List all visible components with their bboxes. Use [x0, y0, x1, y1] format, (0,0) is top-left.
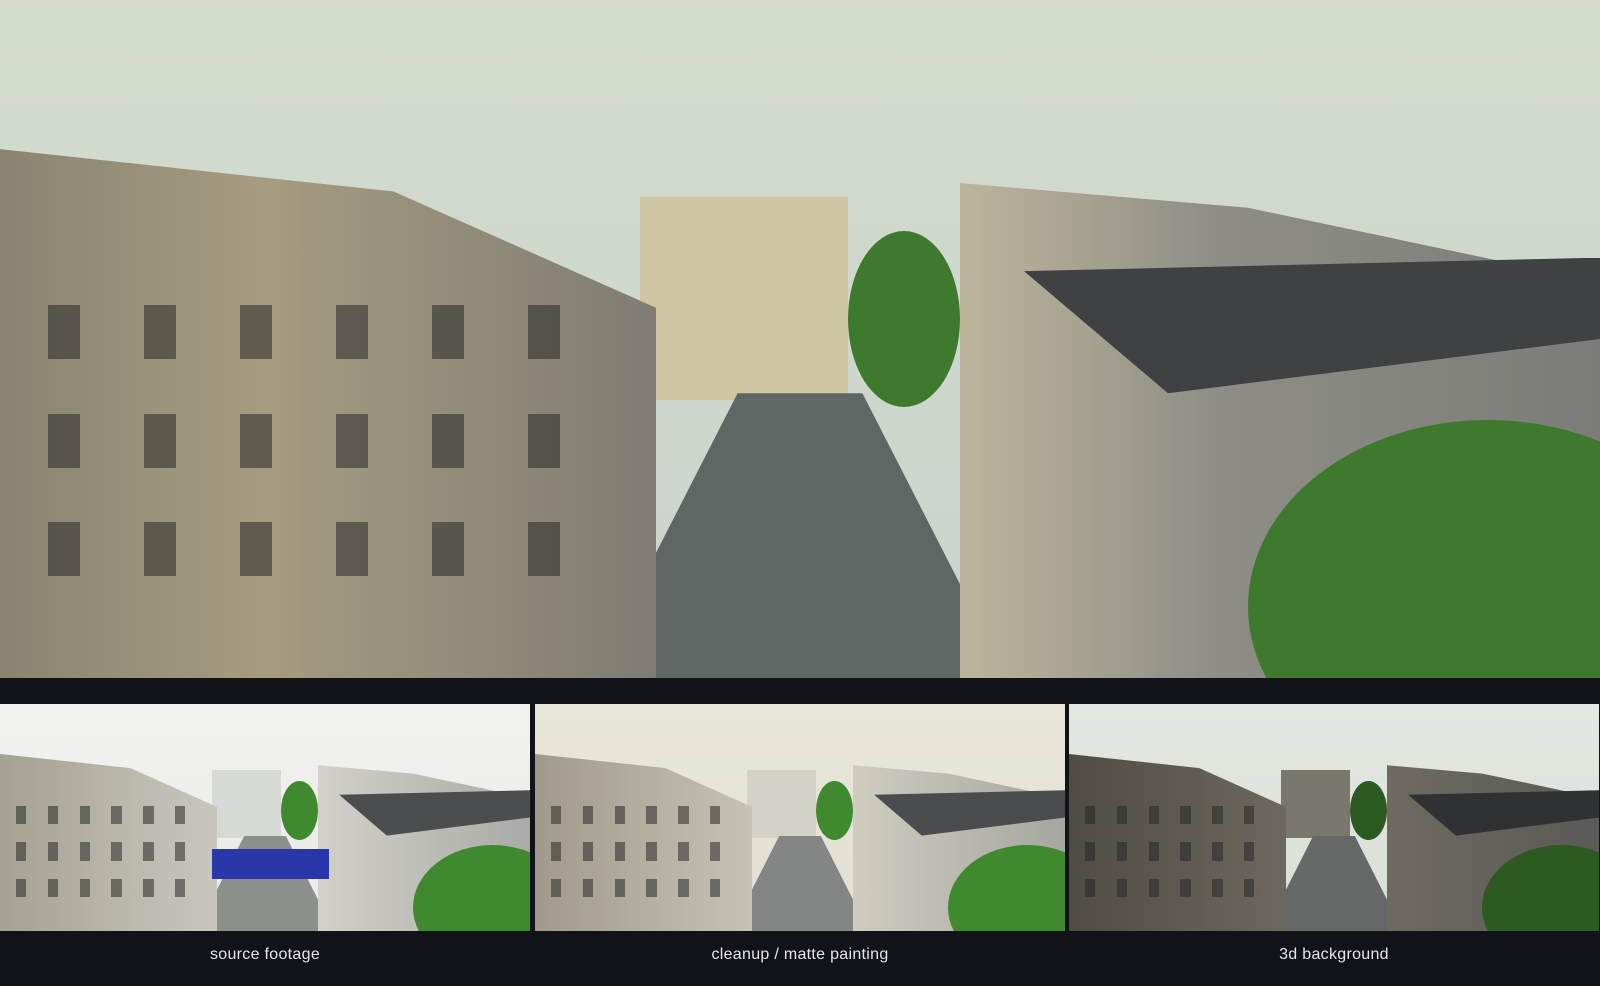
window [1243, 842, 1255, 861]
window [143, 878, 154, 897]
window [646, 842, 657, 861]
window [1084, 878, 1096, 897]
thumbnail-cleanup-matte-painting [535, 704, 1065, 931]
window [1116, 842, 1128, 861]
window [432, 413, 464, 468]
window [614, 806, 626, 825]
window [528, 522, 560, 577]
window [709, 806, 721, 825]
window [528, 413, 560, 468]
window [550, 878, 562, 897]
window [111, 806, 122, 825]
window [1148, 806, 1160, 825]
window [111, 842, 122, 861]
window [550, 806, 562, 825]
window [528, 305, 560, 360]
window [582, 842, 594, 861]
tree-center [815, 781, 853, 841]
window [15, 842, 27, 861]
window [1212, 842, 1223, 861]
window [646, 878, 657, 897]
window [582, 806, 594, 825]
window [1116, 878, 1128, 897]
window [336, 305, 368, 360]
tree-center [848, 230, 960, 407]
window [614, 878, 626, 897]
window [336, 522, 368, 577]
window [47, 842, 59, 861]
window [1212, 806, 1223, 825]
window [614, 842, 626, 861]
window [240, 522, 272, 577]
thumbnail-3d-background [1069, 704, 1599, 931]
window [1116, 806, 1128, 825]
window [1180, 878, 1191, 897]
window [144, 522, 176, 577]
window [1148, 842, 1160, 861]
window [111, 878, 122, 897]
window [79, 842, 91, 861]
window [47, 806, 59, 825]
window [144, 413, 176, 468]
window [48, 413, 80, 468]
thumbnail-source-footage [0, 704, 530, 931]
window [1084, 806, 1096, 825]
back-building [212, 769, 281, 838]
window [1180, 806, 1191, 825]
window [709, 878, 721, 897]
window [79, 806, 91, 825]
window [174, 842, 186, 861]
tree-center [280, 781, 318, 841]
window [48, 305, 80, 360]
window [678, 806, 689, 825]
blue-construction-fence [212, 849, 329, 879]
window [79, 878, 91, 897]
back-building [640, 196, 848, 400]
window [1212, 878, 1223, 897]
caption-source-footage: source footage [209, 946, 321, 963]
window [646, 806, 657, 825]
back-building [747, 769, 816, 838]
window [709, 842, 721, 861]
window [1148, 878, 1160, 897]
window [15, 806, 27, 825]
window [240, 305, 272, 360]
window [678, 842, 689, 861]
tree-center [1349, 781, 1387, 841]
caption-cleanup-matte-painting: cleanup / matte painting [711, 946, 889, 963]
window [143, 806, 154, 825]
window [336, 413, 368, 468]
back-building [1281, 769, 1350, 838]
window [174, 806, 186, 825]
window [144, 305, 176, 360]
window [48, 522, 80, 577]
window [174, 878, 186, 897]
window [432, 522, 464, 577]
window [582, 878, 594, 897]
final-composite-image [0, 0, 1600, 678]
window [47, 878, 59, 897]
window [1084, 842, 1096, 861]
window [143, 842, 154, 861]
window [1243, 806, 1255, 825]
window [1243, 878, 1255, 897]
window [550, 842, 562, 861]
window [1180, 842, 1191, 861]
window [678, 878, 689, 897]
window [432, 305, 464, 360]
window [15, 878, 27, 897]
window [240, 413, 272, 468]
caption-3d-background: 3d background [1279, 946, 1389, 963]
